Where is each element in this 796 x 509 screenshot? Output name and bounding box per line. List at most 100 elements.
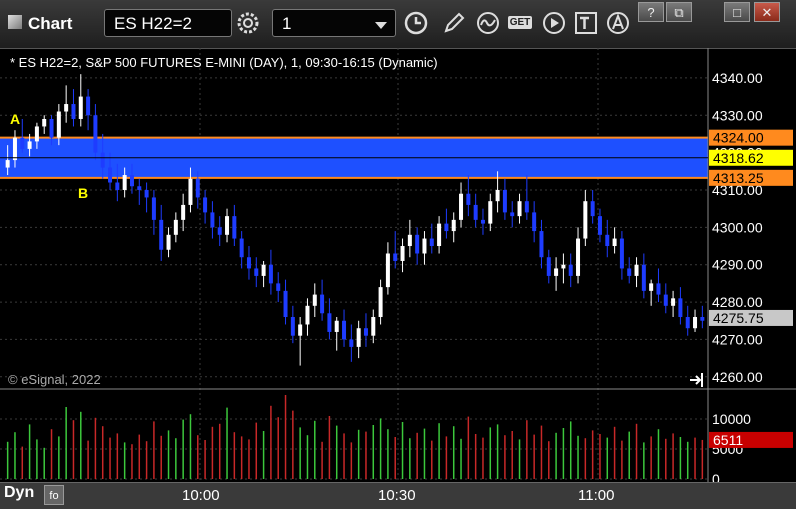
alert-button[interactable] <box>604 9 632 37</box>
study-button[interactable] <box>474 9 502 37</box>
close-button[interactable]: ✕ <box>754 2 780 22</box>
candle-body <box>108 167 113 183</box>
symbol-input[interactable]: ES H22=2 <box>104 9 232 37</box>
candle-body <box>342 320 347 340</box>
candle-body <box>122 175 127 190</box>
interval-select[interactable]: 1 <box>272 9 396 37</box>
candle-body <box>261 264 266 276</box>
help-button[interactable]: ? <box>638 2 664 22</box>
candle-body <box>663 294 668 306</box>
candle-body <box>129 175 134 187</box>
candle-body <box>444 223 449 232</box>
price-tick-label: 4270.00 <box>712 331 763 347</box>
copyright-text: © eSignal, 2022 <box>8 372 101 387</box>
candle-body <box>151 197 156 220</box>
candle-body <box>400 246 405 261</box>
candle-body <box>137 186 142 190</box>
candle-body <box>451 219 456 232</box>
candle-body <box>298 324 303 336</box>
candle-body <box>203 197 208 213</box>
candle-body <box>166 234 171 250</box>
candle-body <box>159 219 164 250</box>
candle-body <box>239 238 244 258</box>
candle-body <box>210 212 215 228</box>
candle-body <box>327 313 332 332</box>
get-icon: GET <box>507 16 533 29</box>
candle-body <box>407 234 412 247</box>
candle-body <box>437 223 442 247</box>
text-button[interactable] <box>572 9 600 37</box>
volume-last-label: 6511 <box>713 432 743 448</box>
candle-body <box>583 201 588 239</box>
candle-body <box>488 201 493 224</box>
candle-body <box>561 264 566 269</box>
fit-icon[interactable]: fo <box>44 485 64 505</box>
draw-button[interactable] <box>440 9 468 37</box>
candle-body <box>415 234 420 254</box>
candle-body <box>305 305 310 325</box>
candle-body <box>466 193 471 205</box>
settings-icon <box>237 12 259 34</box>
restore-button[interactable]: ⧉ <box>666 2 692 22</box>
candle-body <box>619 238 624 269</box>
chart-window-icon <box>8 15 22 29</box>
candle-body <box>356 328 361 347</box>
play-icon <box>543 12 565 34</box>
candle-body <box>532 212 537 232</box>
candle-body <box>700 317 705 321</box>
candle-body <box>225 216 230 235</box>
price-tick-label: 4260.00 <box>712 369 763 385</box>
candle-body <box>195 178 200 198</box>
label-b: B <box>78 185 89 201</box>
candle-body <box>334 320 339 332</box>
candle-body <box>283 290 288 318</box>
candle-body <box>385 253 390 288</box>
candle-body <box>546 257 551 276</box>
get-button[interactable]: GET <box>506 9 534 37</box>
candle-body <box>232 216 237 239</box>
candle-body <box>597 216 602 235</box>
candle-body <box>34 126 39 142</box>
candle-body <box>78 96 83 119</box>
candle-body <box>144 189 149 198</box>
maximize-button[interactable]: □ <box>724 2 750 22</box>
settings-button[interactable] <box>234 9 262 37</box>
candle-body <box>656 283 661 295</box>
candle-body <box>693 317 698 329</box>
candle-body <box>268 264 273 284</box>
price-labels: 4324.00 4318.62 4313.25 4275.75 6511 <box>709 129 793 448</box>
zone-mid-price-label: 4318.62 <box>713 150 764 166</box>
candle-body <box>312 294 317 306</box>
candle-body <box>429 238 434 247</box>
candle-body <box>590 201 595 217</box>
price-chart[interactable]: 4340.004330.004320.004310.004300.004290.… <box>0 48 796 482</box>
candle-body <box>246 257 251 269</box>
candle-body <box>378 287 383 318</box>
volume-bars <box>6 395 704 479</box>
fit-right-icon[interactable] <box>690 373 703 387</box>
candle-body <box>627 268 632 276</box>
interval-value: 1 <box>282 14 292 33</box>
clock-button[interactable] <box>402 9 430 37</box>
candle-body <box>539 231 544 258</box>
candle-body <box>502 189 507 213</box>
candle-body <box>86 96 91 116</box>
candle-body <box>27 141 32 149</box>
candle-body <box>480 219 485 224</box>
candle-body <box>49 118 54 138</box>
candle-body <box>495 189 500 202</box>
candle-body <box>517 201 522 217</box>
candle-body <box>612 238 617 247</box>
chevron-down-icon <box>375 22 387 29</box>
clock-icon <box>404 11 428 35</box>
candle-body <box>20 137 25 149</box>
candle-body <box>320 294 325 314</box>
candle-body <box>371 317 376 336</box>
candle-body <box>510 212 515 217</box>
price-tick-label: 4340.00 <box>712 70 763 86</box>
play-button[interactable] <box>540 9 568 37</box>
zone-bottom-price-label: 4313.25 <box>713 170 764 186</box>
pencil-icon <box>444 12 465 33</box>
price-tick-label: 4280.00 <box>712 294 763 310</box>
dynamic-label[interactable]: Dyn <box>4 484 34 502</box>
